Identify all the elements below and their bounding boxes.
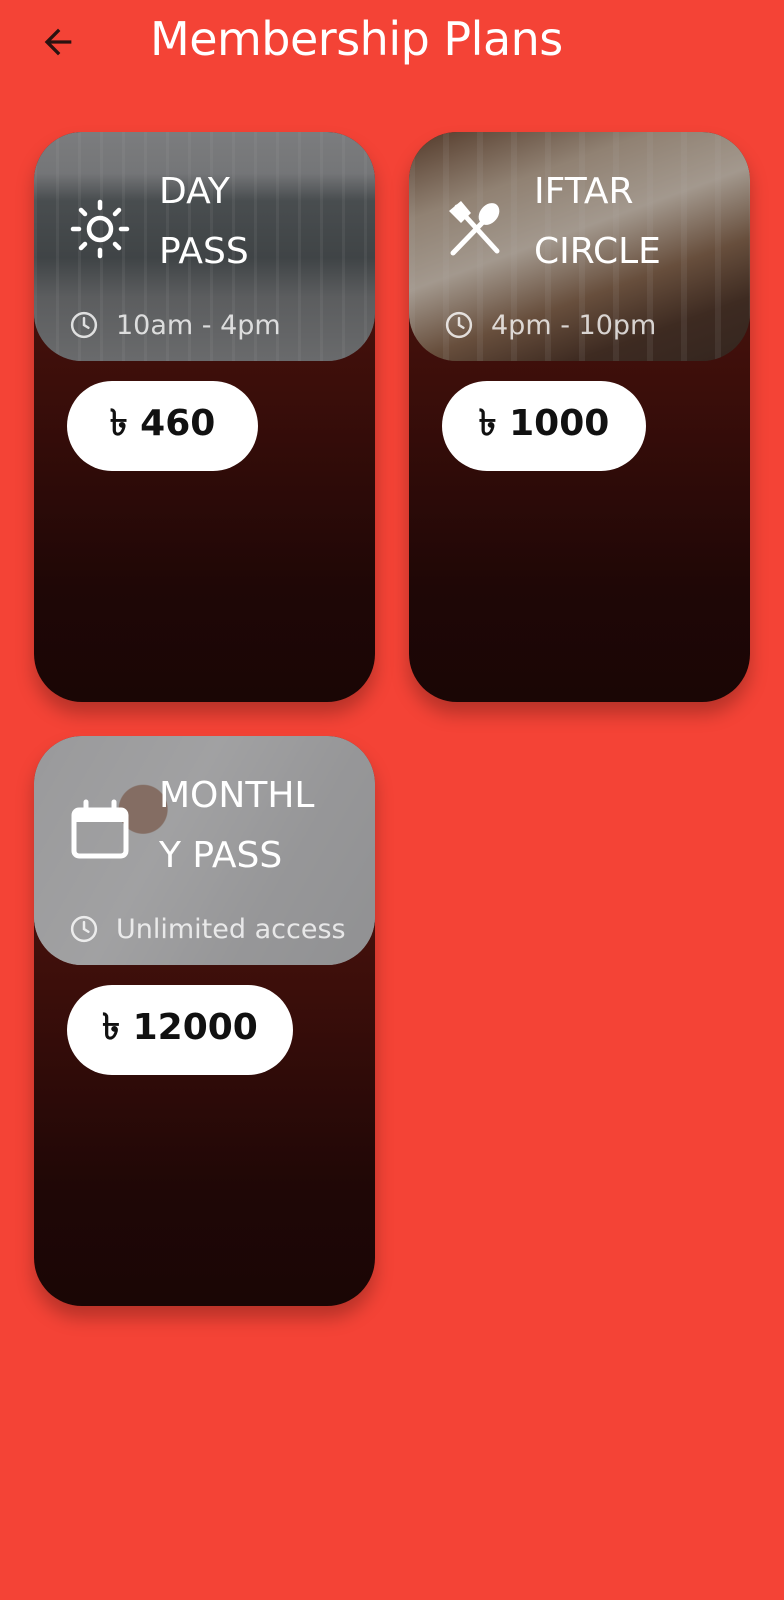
fork-spoon-icon [443, 197, 507, 261]
plan-title: DAY PASS [159, 171, 249, 272]
card-header-image: MONTHL Y PASS Unlimited access [34, 736, 375, 965]
clock-icon [68, 913, 100, 945]
time-row: Unlimited access [68, 909, 346, 949]
page-title: Membership Plans [150, 12, 563, 66]
arrow-left-icon [44, 28, 72, 56]
back-button[interactable] [34, 18, 82, 66]
price-button[interactable]: ৳ 1000 [442, 381, 646, 471]
time-row: 10am - 4pm [68, 305, 281, 345]
calendar-icon [68, 798, 132, 862]
clock-icon [68, 309, 100, 341]
card-header-image: IFTAR CIRCLE 4pm - 10pm [409, 132, 750, 361]
price-button[interactable]: ৳ 12000 [67, 985, 293, 1075]
time-text: 10am - 4pm [116, 309, 281, 341]
card-header-image: DAY PASS 10am - 4pm [34, 132, 375, 361]
price-button[interactable]: ৳ 460 [67, 381, 258, 471]
plan-card-iftar-circle[interactable]: IFTAR CIRCLE 4pm - 10pm ৳ 1000 [409, 132, 750, 702]
time-text: Unlimited access [116, 913, 346, 945]
app-bar: Membership Plans [0, 0, 784, 90]
time-text: 4pm - 10pm [491, 309, 657, 341]
plan-title: MONTHL Y PASS [159, 775, 315, 876]
clock-icon [443, 309, 475, 341]
plan-card-monthly-pass[interactable]: MONTHL Y PASS Unlimited access ৳ 12000 [34, 736, 375, 1306]
plan-title: IFTAR CIRCLE [534, 171, 661, 272]
time-row: 4pm - 10pm [443, 305, 656, 345]
plan-card-day-pass[interactable]: DAY PASS 10am - 4pm ৳ 460 [34, 132, 375, 702]
sun-icon [68, 197, 132, 261]
